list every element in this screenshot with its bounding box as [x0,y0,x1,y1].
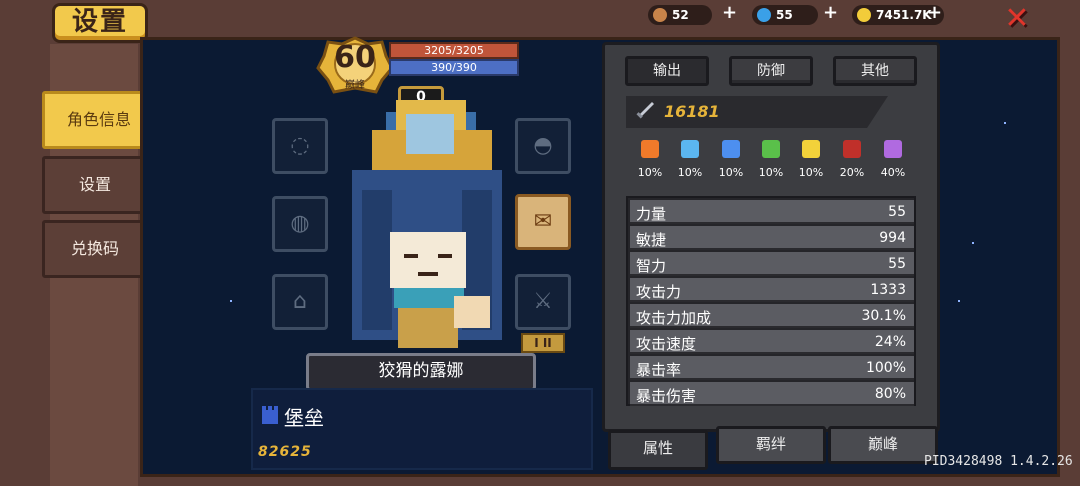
tab-defense[interactable]: 防御 [729,56,813,86]
meat-icon [653,8,667,22]
stat-row-attack-speed: 攻击速度 24% [630,330,914,354]
sidebar-item-character-info[interactable]: 角色信息 [42,91,156,149]
stat-label: 攻击力 [636,283,682,301]
arcane-icon [884,140,902,158]
element-value: 10% [637,166,663,179]
meat-value: 52 [672,8,689,22]
skin-name: 堡垒 [284,406,324,430]
character-name: 狡猾的露娜 [306,353,536,391]
stat-row-attack-bonus: 攻击力加成 30.1% [630,304,914,328]
level-badge: 60 巅峰 [316,36,394,94]
add-gem-button[interactable]: + [823,3,838,23]
stat-value: 100% [865,360,906,376]
stat-row-crit-rate: 暴击率 100% [630,356,914,380]
stat-value: 30.1% [861,308,906,324]
hero-sprite [352,100,502,348]
helmet-icon: ◓ [533,133,553,158]
close-icon[interactable]: ✕ [1000,4,1034,36]
tab-attributes[interactable]: 属性 [608,430,708,470]
page-title: 设置 [52,3,148,43]
stat-value: 24% [874,334,906,350]
element-arcane: 40% [875,140,911,179]
meat-counter: 52 [648,5,712,25]
coin-value: 7451.7K [876,8,932,22]
star-decor [1004,122,1006,124]
element-lightning: 10% [713,140,749,179]
ring-slot[interactable]: ◌ [272,118,328,174]
stat-label: 敏捷 [636,231,667,249]
element-value: 10% [798,166,824,179]
stats-table: 力量 55 敏捷 994 智力 55 攻击力 1333 攻击力加成 30.1% 攻击速度 2… [626,196,916,406]
gem-counter: 55 [752,5,818,25]
element-fire: 10% [632,140,668,179]
amulet-icon: ◍ [290,211,310,236]
stat-value: 1333 [870,282,906,298]
power-score: 82625 [258,444,312,460]
stat-row-attack: 攻击力 1333 [630,278,914,302]
light-icon [802,140,820,158]
version-label: PID3428498 1.4.2.26 [924,454,1073,469]
stat-label: 力量 [636,205,667,223]
stat-label: 暴击伤害 [636,387,697,405]
stat-row-agility: 敏捷 994 [630,226,914,250]
ring-icon: ◌ [290,133,310,158]
tab-bonds[interactable]: 羁绊 [716,426,826,464]
add-coin-button[interactable]: + [927,3,942,23]
sword-slot[interactable]: ⚔ [515,274,571,330]
hp-bar: 3205/3205 [389,42,519,59]
stat-label: 智力 [636,257,667,275]
element-poison: 10% [753,140,789,179]
sword-icon: ⚔ [533,289,553,314]
stat-value: 55 [888,256,906,272]
attack-value: 16181 [664,102,720,121]
gem-value: 55 [776,8,793,22]
stat-row-intelligence: 智力 55 [630,252,914,276]
level-tag: 巅峰 [345,80,365,91]
tab-peak[interactable]: 巅峰 [828,426,938,464]
element-value: 40% [880,166,906,179]
element-value: 10% [758,166,784,179]
element-dark: 20% [834,140,870,179]
mp-bar: 390/390 [389,59,519,76]
sword-icon [636,102,654,119]
helmet-slot[interactable]: ◓ [515,118,571,174]
stat-label: 攻击力加成 [636,309,712,327]
element-ice: 10% [672,140,708,179]
stat-value: 80% [874,386,906,402]
ice-icon [681,140,699,158]
stat-row-strength: 力量 55 [630,200,914,224]
stat-value: 994 [879,230,906,246]
gem-icon [757,8,771,22]
star-decor [958,300,960,302]
element-light: 10% [793,140,829,179]
sidebar-item-redeem-code[interactable]: 兑换码 [42,220,148,278]
castle-icon [262,406,278,424]
tab-other[interactable]: 其他 [833,56,917,86]
fire-icon [641,140,659,158]
element-value: 10% [677,166,703,179]
tier-badge: I II [521,333,565,353]
stat-row-crit-damage: 暴击伤害 80% [630,382,914,406]
poison-icon [762,140,780,158]
coin-icon [857,8,871,22]
lightning-icon [722,140,740,158]
stat-label: 攻击速度 [636,335,697,353]
weapon-scroll-icon: ✉ [533,209,553,234]
sidebar-item-settings[interactable]: 设置 [42,156,148,214]
element-value: 20% [839,166,865,179]
element-value: 10% [718,166,744,179]
stat-label: 暴击率 [636,361,682,379]
star-decor [230,300,232,302]
weapon-slot[interactable]: ✉ [515,194,571,250]
star-decor [972,242,974,244]
amulet-slot[interactable]: ◍ [272,196,328,252]
boots-slot[interactable]: ⌂ [272,274,328,330]
add-meat-button[interactable]: + [722,3,737,23]
boots-icon: ⌂ [293,289,307,314]
level-number: 60 [334,40,376,75]
stat-value: 55 [888,204,906,220]
dark-icon [843,140,861,158]
tab-output[interactable]: 输出 [625,56,709,86]
